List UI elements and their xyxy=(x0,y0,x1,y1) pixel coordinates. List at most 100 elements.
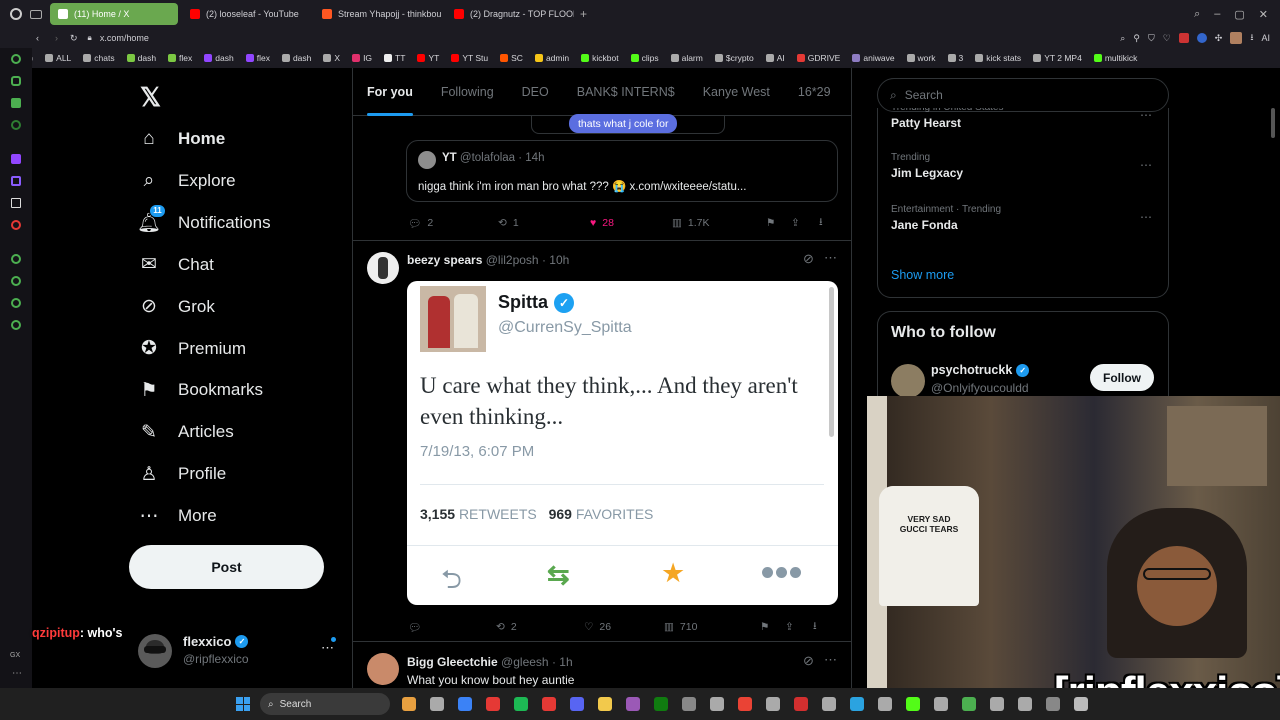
sidebar-app-icon[interactable] xyxy=(11,76,21,86)
more-icon[interactable]: ⋯ xyxy=(1140,108,1153,122)
bookmark-item[interactable]: flex xyxy=(162,53,198,63)
reload-icon[interactable]: ↻ xyxy=(70,33,78,44)
nav-item-grok[interactable]: ⊘ Grok xyxy=(138,296,215,318)
maximize-icon[interactable]: ▢ xyxy=(1234,8,1244,21)
opera-logo-icon[interactable] xyxy=(10,8,22,20)
settings-icon[interactable] xyxy=(11,320,21,330)
nav-item-home[interactable]: ⌂ Home xyxy=(138,128,225,150)
windows-start-icon[interactable] xyxy=(236,697,250,711)
account-switcher[interactable]: flexxico ✓ @ripflexxico ⋯ xyxy=(138,631,338,671)
bookmark-item[interactable]: YT Stu xyxy=(445,53,494,63)
ai-icon[interactable]: AI xyxy=(1261,33,1270,43)
trend-item[interactable]: Trending in United States Patty Hearst ⋯ xyxy=(891,108,1161,130)
more-icon[interactable]: ⋯ xyxy=(12,668,22,679)
author-name[interactable]: beezy spears xyxy=(407,253,482,267)
pin-icon[interactable]: ⚲ xyxy=(1133,33,1140,44)
bookmark-item[interactable]: chats xyxy=(77,53,120,63)
follow-button[interactable]: Follow xyxy=(1090,364,1154,391)
tray-icon[interactable] xyxy=(1074,697,1088,711)
twitch-icon[interactable] xyxy=(11,154,21,164)
more-icon[interactable]: ⋯ xyxy=(1140,210,1153,224)
bookmark-item[interactable]: $crypto xyxy=(709,53,760,63)
task-view-icon[interactable] xyxy=(430,697,444,711)
views-button[interactable]: ▥ 710 xyxy=(664,621,760,633)
x-icon[interactable] xyxy=(11,198,21,208)
bookmark-icon[interactable]: ⚑ xyxy=(760,621,785,633)
bookmark-item[interactable]: multikick xyxy=(1088,53,1144,63)
browser-tab[interactable]: Stream Yhapojj - thinkbou xyxy=(314,3,442,25)
discord-icon[interactable] xyxy=(570,697,584,711)
audio-icon[interactable] xyxy=(878,697,892,711)
close-icon[interactable]: ✕ xyxy=(1259,8,1268,21)
obs-icon[interactable] xyxy=(626,697,640,711)
tab-for-you[interactable]: For you xyxy=(353,68,427,116)
app-icon[interactable] xyxy=(1018,697,1032,711)
bookmark-item[interactable]: YT 2 MP4 xyxy=(1027,53,1088,63)
kick-icon[interactable] xyxy=(906,697,920,711)
spotify-icon[interactable] xyxy=(514,697,528,711)
nav-item-more[interactable]: ⋯ More xyxy=(138,505,217,527)
repost-button[interactable]: ⟲ 2 xyxy=(496,621,584,633)
minimize-icon[interactable]: – xyxy=(1214,8,1220,21)
sidebar-app-icon[interactable] xyxy=(11,120,21,130)
tweet[interactable]: beezy spears @lil2posh · 10h ⊘ ⋯ Spitta … xyxy=(353,241,851,641)
share-icon[interactable]: ⇪ xyxy=(785,621,813,633)
reply-button[interactable]: 💬︎ xyxy=(408,621,496,634)
avatar[interactable] xyxy=(367,653,399,685)
files-icon[interactable] xyxy=(598,697,612,711)
scrollbar[interactable] xyxy=(1271,108,1275,138)
terminal-icon[interactable] xyxy=(682,697,696,711)
bookmark-item[interactable]: aniwave xyxy=(846,53,900,63)
grok-icon[interactable]: ⊘ xyxy=(803,653,814,669)
bookmark-item[interactable]: flex xyxy=(240,53,276,63)
bookmark-item[interactable]: dash xyxy=(276,53,317,63)
download-icon[interactable]: ⭳ xyxy=(1250,30,1253,46)
chatgpt-icon[interactable] xyxy=(710,697,724,711)
bookmark-item[interactable]: kickbot xyxy=(575,53,624,63)
repost-button[interactable]: ⟲ 1 xyxy=(498,217,590,229)
app-icon[interactable] xyxy=(794,697,808,711)
bookmark-item[interactable]: dash xyxy=(198,53,239,63)
gx-icon[interactable]: GX xyxy=(10,652,20,659)
app-icon[interactable] xyxy=(962,697,976,711)
bookmark-item[interactable]: X xyxy=(317,53,346,63)
extension-icon[interactable] xyxy=(1178,33,1189,43)
settings-icon[interactable] xyxy=(1046,697,1060,711)
share-icon[interactable]: ⇪ xyxy=(791,217,819,229)
bookmark-item[interactable]: TT xyxy=(378,53,411,63)
bookmark-item[interactable]: clips xyxy=(625,53,665,63)
avatar[interactable] xyxy=(891,364,925,398)
bookmark-item[interactable]: dash xyxy=(121,53,162,63)
scrollbar[interactable] xyxy=(829,287,834,437)
forward-icon[interactable]: › xyxy=(55,33,58,43)
bookmark-item[interactable]: alarm xyxy=(665,53,709,63)
bookmark-item[interactable]: GDRIVE xyxy=(791,53,847,63)
sidebar-app-icon[interactable] xyxy=(11,254,21,264)
nav-item-explore[interactable]: ⌕ Explore xyxy=(138,170,236,192)
browser-tab[interactable]: (11) Home / X xyxy=(50,3,178,25)
more-icon[interactable]: ⋯ xyxy=(321,640,334,656)
extension-icon[interactable] xyxy=(1196,33,1207,43)
nav-item-articles[interactable]: ✎ Articles xyxy=(138,421,234,443)
post-button[interactable]: Post xyxy=(129,545,324,589)
bookmark-item[interactable]: admin xyxy=(529,53,575,63)
search-icon[interactable]: ⌕ xyxy=(1194,8,1200,21)
url-text[interactable]: x.com/home xyxy=(100,33,149,43)
sidebar-app-icon[interactable] xyxy=(11,98,21,108)
steam-icon[interactable] xyxy=(458,697,472,711)
clock-icon[interactable] xyxy=(11,276,21,286)
xbox-icon[interactable] xyxy=(654,697,668,711)
bookmark-item[interactable]: work xyxy=(901,53,942,63)
reply-button[interactable]: 💬︎ 2 xyxy=(408,217,498,230)
grok-icon[interactable]: ⊘ xyxy=(803,251,814,267)
bookmark-icon[interactable]: ⚑ xyxy=(766,217,791,229)
like-button[interactable]: ♥ 28 xyxy=(590,217,672,229)
app-icon[interactable] xyxy=(766,697,780,711)
chrome-icon[interactable] xyxy=(486,697,500,711)
nav-item-notifications[interactable]: 🔔︎ 11 Notifications xyxy=(137,203,271,234)
show-more-link[interactable]: Show more xyxy=(891,268,954,282)
bookmark-item[interactable]: kick stats xyxy=(969,53,1027,63)
nav-item-profile[interactable]: ♙ Profile xyxy=(138,463,226,485)
new-tab-button[interactable]: + xyxy=(580,7,587,21)
heart-icon[interactable]: ♡ xyxy=(1163,33,1171,44)
